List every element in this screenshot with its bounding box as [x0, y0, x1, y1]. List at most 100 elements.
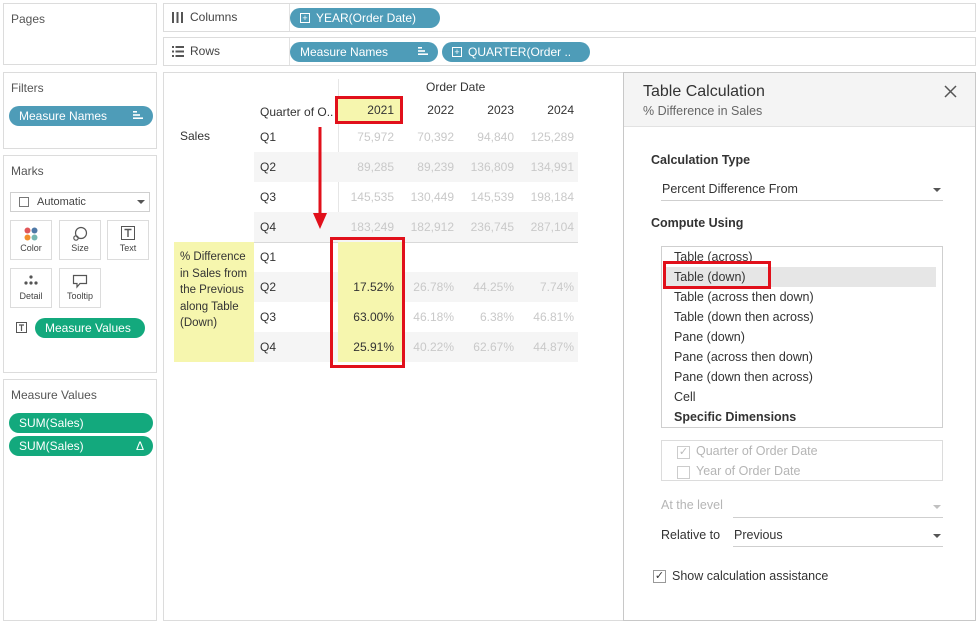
mark-size-label: Size — [71, 243, 89, 253]
relative-to-dropdown[interactable]: Previous — [733, 525, 943, 547]
at-level-label: At the level — [661, 498, 723, 512]
compute-option[interactable]: Pane (down then across) — [674, 367, 813, 387]
text-T-icon — [108, 221, 148, 243]
table-cell[interactable]: 136,809 — [460, 152, 514, 182]
dialog-title: Table Calculation — [643, 83, 765, 100]
table-cell[interactable]: 125,289 — [520, 122, 574, 152]
measure-values-card: Measure Values SUM(Sales) SUM(Sales) Δ — [3, 379, 157, 621]
columns-label: Columns — [190, 10, 238, 24]
columns-pill-label: YEAR(Order Date) — [316, 11, 417, 25]
measure-value-pill-tablecalc[interactable]: SUM(Sales) Δ — [9, 436, 153, 456]
expand-plus-icon: + — [300, 13, 310, 23]
table-cell[interactable]: 62.67% — [460, 332, 514, 362]
color-dots-icon — [11, 221, 51, 243]
table-cell[interactable]: 6.38% — [460, 302, 514, 332]
dropdown-underline — [733, 546, 943, 547]
detail-dots-icon — [11, 269, 51, 291]
rows-shelf[interactable]: Rows Measure Names + QUARTER(Order .. — [163, 37, 976, 66]
year-header-2024[interactable]: 2024 — [520, 95, 574, 125]
table-cell[interactable]: 75,972 — [338, 122, 394, 152]
quarter-row-header[interactable]: Q2 — [260, 152, 276, 182]
table-cell[interactable]: 44.87% — [520, 332, 574, 362]
mark-text-button[interactable]: Text — [107, 220, 149, 260]
table-calculation-dialog: Table Calculation % Difference in Sales … — [623, 72, 976, 621]
show-assistance-label[interactable]: Show calculation assistance — [672, 569, 828, 583]
compute-using-title: Compute Using — [651, 216, 744, 230]
sort-bars-icon — [418, 42, 429, 62]
columns-pill-year[interactable]: + YEAR(Order Date) — [290, 8, 440, 28]
chevron-down-icon — [933, 188, 941, 192]
table-cell[interactable]: 89,239 — [402, 152, 454, 182]
mark-size-button[interactable]: Size — [59, 220, 101, 260]
table-cell[interactable]: 134,991 — [520, 152, 574, 182]
table-cell[interactable]: 130,449 — [402, 182, 454, 212]
dialog-header: Table Calculation % Difference in Sales — [624, 73, 975, 127]
mark-tooltip-button[interactable]: Tooltip — [59, 268, 101, 308]
table-cell[interactable]: 287,104 — [520, 212, 574, 242]
filter-pill-measure-names[interactable]: Measure Names — [9, 106, 153, 126]
rows-pill1-label: Measure Names — [300, 45, 389, 59]
measure-value-pill[interactable]: SUM(Sales) — [9, 413, 153, 433]
dropdown-underline — [733, 517, 943, 518]
relative-to-label: Relative to — [661, 528, 721, 542]
rows-pill-quarter[interactable]: + QUARTER(Order .. — [442, 42, 590, 62]
table-cell[interactable] — [520, 242, 574, 272]
compute-option[interactable]: Table (down then across) — [674, 307, 814, 327]
calc-type-value: Percent Difference From — [662, 182, 798, 196]
mark-type-value: Automatic — [37, 196, 86, 208]
quarter-row-header[interactable]: Q1 — [260, 242, 276, 272]
table-cell[interactable]: 198,184 — [520, 182, 574, 212]
row-label-sales[interactable]: Sales — [180, 121, 210, 151]
columns-icon — [172, 12, 184, 26]
quarter-row-header[interactable]: Q4 — [260, 332, 276, 362]
compute-option[interactable]: Specific Dimensions — [674, 407, 796, 427]
table-cell[interactable]: 46.81% — [520, 302, 574, 332]
mark-detail-button[interactable]: Detail — [10, 268, 52, 308]
marks-text-pill-measure-values[interactable]: Measure Values — [35, 318, 145, 338]
quarter-row-header[interactable]: Q4 — [260, 212, 276, 242]
table-cell[interactable]: 26.78% — [402, 272, 454, 302]
mark-text-label: Text — [119, 243, 137, 253]
compute-option[interactable]: Pane (across then down) — [674, 347, 813, 367]
dimension-checkbox — [677, 466, 690, 479]
quarter-row-header[interactable]: Q3 — [260, 302, 276, 332]
compute-option[interactable]: Table (across then down) — [674, 287, 814, 307]
year-header-2022[interactable]: 2022 — [402, 95, 454, 125]
table-cell[interactable] — [460, 242, 514, 272]
annotation-box-2021-pct — [330, 237, 405, 368]
dimension-checkbox: ✓ — [677, 446, 690, 459]
table-cell[interactable]: 7.74% — [520, 272, 574, 302]
quarter-row-header[interactable]: Q1 — [260, 122, 276, 152]
compute-option[interactable]: Pane (down) — [674, 327, 745, 347]
calc-type-dropdown[interactable]: Percent Difference From — [661, 179, 943, 201]
expand-plus-icon: + — [452, 47, 462, 57]
mark-type-dropdown[interactable]: Automatic — [10, 192, 150, 212]
pages-title: Pages — [11, 12, 46, 26]
marks-text-pill-label: Measure Values — [45, 321, 131, 335]
measure-values-title: Measure Values — [11, 388, 97, 402]
table-cell[interactable]: 44.25% — [460, 272, 514, 302]
table-cell[interactable]: 70,392 — [402, 122, 454, 152]
table-cell[interactable]: 94,840 — [460, 122, 514, 152]
row-label-pct-diff[interactable]: % Difference in Sales from the Previous … — [180, 249, 252, 332]
mark-color-button[interactable]: Color — [10, 220, 52, 260]
quarter-row-header[interactable]: Q3 — [260, 182, 276, 212]
columns-shelf[interactable]: Columns + YEAR(Order Date) — [163, 3, 976, 32]
table-cell[interactable]: 46.18% — [402, 302, 454, 332]
table-cell[interactable]: 182,912 — [402, 212, 454, 242]
show-assistance-checkbox[interactable]: ✓ — [653, 570, 666, 583]
compute-option[interactable]: Cell — [674, 387, 696, 407]
table-cell[interactable] — [402, 242, 454, 272]
table-cell[interactable]: 40.22% — [402, 332, 454, 362]
annotation-down-arrow — [313, 127, 327, 229]
table-cell[interactable]: 236,745 — [460, 212, 514, 242]
table-cell[interactable]: 89,285 — [338, 152, 394, 182]
table-cell[interactable]: 145,535 — [338, 182, 394, 212]
rows-pill-measure-names[interactable]: Measure Names — [290, 42, 438, 62]
table-cell[interactable]: 145,539 — [460, 182, 514, 212]
quarter-row-header[interactable]: Q2 — [260, 272, 276, 302]
specific-dimensions-list: ✓ Quarter of Order Date Year of Order Date — [661, 440, 943, 481]
close-icon[interactable] — [944, 85, 957, 101]
year-header-2023[interactable]: 2023 — [460, 95, 514, 125]
size-circle-icon — [60, 221, 100, 243]
